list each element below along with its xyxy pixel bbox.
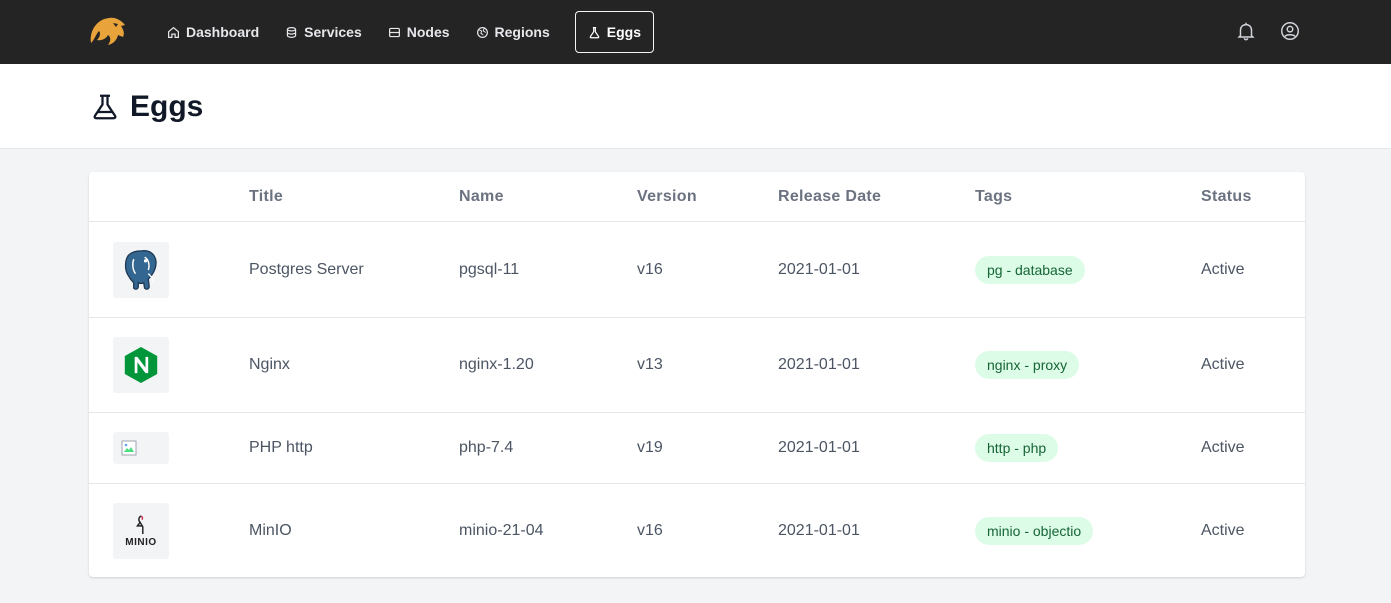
flask-icon (589, 26, 600, 38)
home-icon (168, 26, 179, 38)
nav-services-label: Services (304, 24, 362, 40)
row-version: v19 (637, 439, 663, 456)
row-tags: minio - objectio (975, 516, 1094, 545)
bell-icon[interactable] (1235, 20, 1257, 42)
nav-nodes[interactable]: Nodes (375, 11, 463, 53)
column-header-tags[interactable]: Tags (975, 188, 1012, 206)
column-header-name[interactable]: Name (459, 188, 504, 206)
tag-badge: pg - database (975, 255, 1085, 284)
row-tags: http - php (975, 434, 1059, 462)
row-release-date: 2021-01-01 (778, 260, 860, 278)
row-version: v16 (637, 260, 663, 278)
flask-icon (93, 94, 117, 120)
nav-regions-label: Regions (494, 24, 550, 40)
nav-regions[interactable]: Regions (463, 11, 563, 53)
page-title: Eggs (90, 90, 203, 124)
nav-services[interactable]: Services (272, 11, 375, 53)
top-navbar: Dashboard Services Nodes Regions Eggs (0, 0, 1391, 64)
status-text: Active (1201, 521, 1245, 539)
column-header-title[interactable]: Title (249, 188, 283, 206)
row-name: nginx-1.20 (459, 356, 534, 373)
user-circle-icon[interactable] (1279, 20, 1301, 42)
column-header-release-date[interactable]: Release Date (778, 188, 881, 206)
row-title: MinIO (249, 521, 292, 539)
row-title: Postgres Server (249, 260, 364, 278)
tag-badge: http - php (975, 434, 1059, 462)
row-release-date: 2021-01-01 (778, 521, 860, 539)
tag-badge: minio - objectio (975, 516, 1094, 545)
row-release-date: 2021-01-01 (778, 356, 860, 373)
table-row[interactable]: Nginx nginx-1.20 v13 2021-01-01 nginx - … (89, 317, 1305, 412)
eggs-table: Title Name Version Release Date Tags Sta… (89, 172, 1305, 577)
column-header-status[interactable]: Status (1201, 188, 1252, 206)
main-nav: Dashboard Services Nodes Regions Eggs (154, 11, 654, 53)
row-tags: pg - database (975, 255, 1085, 284)
page-title-text: Eggs (130, 90, 204, 123)
row-version: v13 (637, 356, 663, 373)
row-name: pgsql-11 (459, 260, 520, 278)
nav-dashboard-label: Dashboard (186, 24, 260, 40)
status-text: Active (1201, 260, 1245, 278)
table-row[interactable]: PHP http php-7.4 v19 2021-01-01 http - p… (89, 412, 1305, 483)
broken-image-icon (113, 432, 169, 464)
table-row[interactable]: Postgres Server pgsql-11 v16 2021-01-01 … (89, 221, 1305, 317)
server-icon (388, 27, 400, 37)
row-title: Nginx (249, 356, 290, 373)
nav-eggs[interactable]: Eggs (574, 11, 654, 53)
nginx-logo-icon (113, 337, 169, 393)
table-header-row: Title Name Version Release Date Tags Sta… (89, 172, 1305, 221)
nav-eggs-label: Eggs (606, 24, 641, 40)
nav-nodes-label: Nodes (406, 24, 450, 40)
row-name: php-7.4 (459, 439, 514, 456)
row-name: minio-21-04 (459, 521, 544, 539)
database-icon (286, 26, 297, 38)
globe-icon (476, 26, 488, 38)
row-title: PHP http (249, 439, 313, 456)
nav-dashboard[interactable]: Dashboard (154, 11, 272, 53)
minio-logo-text: MINIO (125, 536, 157, 548)
page-header: Eggs (0, 64, 1391, 149)
nav-right-actions (1235, 20, 1301, 42)
row-release-date: 2021-01-01 (778, 439, 860, 456)
tag-badge: nginx - proxy (975, 351, 1080, 379)
status-text: Active (1201, 439, 1245, 456)
row-tags: nginx - proxy (975, 351, 1080, 379)
lion-logo-icon[interactable] (87, 13, 129, 51)
table-row[interactable]: MINIO MinIO minio-21-04 v16 2021-01-01 m… (89, 483, 1305, 577)
postgres-elephant-icon (113, 241, 169, 298)
minio-logo-icon: MINIO (113, 502, 169, 559)
status-text: Active (1201, 356, 1245, 373)
row-version: v16 (637, 521, 663, 539)
column-header-version[interactable]: Version (637, 188, 697, 206)
